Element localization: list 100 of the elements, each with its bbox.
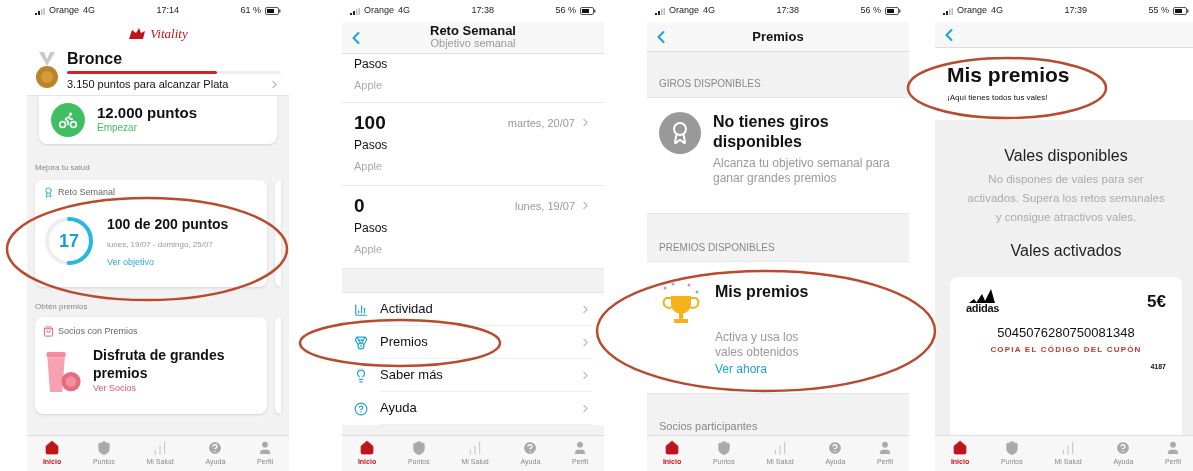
brand-name: adidas: [966, 303, 1000, 315]
tab-icon: [359, 439, 376, 456]
screen-title: Reto Semanal: [430, 24, 516, 38]
data-source: Apple: [354, 158, 384, 174]
battery-percent: 56 %: [860, 4, 881, 18]
screen-title: Premios: [752, 27, 804, 46]
voucher-code: 5045076280750081348: [996, 323, 1136, 342]
carrier-name: Orange: [364, 4, 395, 18]
menu-label: Premios: [380, 333, 428, 352]
tab-icon: [952, 439, 969, 456]
lightbulb-icon: [354, 368, 368, 383]
award-icon: [659, 112, 701, 154]
screen-subtitle: Objetivo semanal: [430, 37, 516, 51]
spins-title: No tienes giros disponibles: [713, 112, 830, 152]
help-icon: [354, 401, 368, 416]
page-subtitle: ¡Aquí tienes todos tus vales!: [947, 92, 1049, 105]
battery-percent: 56 %: [555, 4, 576, 18]
tab-icon: [715, 439, 732, 456]
view-now-link[interactable]: Ver ahora: [715, 360, 820, 378]
progress-ring: [43, 215, 95, 268]
menu-label: Ayuda: [380, 399, 417, 418]
section-label: Obtén premios: [35, 301, 89, 313]
tab-icon: [1115, 439, 1132, 456]
card-label: Socios con Premios: [58, 325, 138, 338]
copy-code-button[interactable]: COPIA EL CÓDIGO DEL CUPÓN: [966, 344, 1166, 357]
signal-icon: [350, 7, 360, 15]
tab-icon: [522, 439, 539, 456]
view-goal-link[interactable]: Ver objetivo: [107, 255, 229, 269]
my-prizes-text: Activa y usa los vales obtenidos: [715, 330, 800, 360]
carrier-name: Orange: [49, 4, 80, 18]
step-count: 0: [354, 194, 365, 218]
level-caption: 3.150 puntos para alcanzar Plata: [67, 76, 229, 92]
step-unit: Pasos: [354, 219, 389, 237]
section-header: PREMIOS DISPONIBLES: [658, 241, 776, 255]
challenge-card[interactable]: 12.000 puntos Empezar: [39, 96, 277, 144]
menu-item[interactable]: Saber más: [342, 359, 604, 392]
clock-time: 17:14: [156, 4, 180, 18]
menu-item[interactable]: Premios: [342, 326, 604, 359]
medal-icon: [354, 335, 368, 350]
step-unit: Pasos: [354, 136, 389, 154]
battery-icon: [885, 7, 901, 15]
network-type: 4G: [991, 4, 1004, 18]
step-unit: Pasos: [354, 56, 389, 73]
tab-icon: [827, 439, 844, 456]
data-source: Apple: [354, 241, 384, 257]
partners-card[interactable]: Socios con Premios Disfruta de grandes premios Ver Socios: [35, 317, 267, 414]
carrier-name: Orange: [669, 4, 700, 18]
weekly-challenge-card[interactable]: Reto Semanal 17 100 de 200 puntos lunes, 19/07 - domingo, 25/07 Ver objetivo: [35, 180, 267, 287]
my-prizes-title: Mis premios: [715, 282, 810, 302]
battery-percent: 55 %: [1148, 4, 1169, 18]
carrier-name: Orange: [957, 4, 988, 18]
network-type: 4G: [398, 4, 411, 18]
signal-icon: [35, 7, 45, 15]
voucher-amount: 5€: [1147, 291, 1166, 314]
bar-chart-icon: [354, 302, 368, 317]
menu-item[interactable]: Ayuda: [342, 392, 604, 425]
signal-icon: [655, 7, 665, 15]
section-header: GIROS DISPONIBLES: [658, 77, 762, 91]
clock-time: 17:38: [776, 4, 800, 18]
tab-icon: [410, 439, 427, 456]
clock-time: 17:39: [1064, 4, 1088, 18]
entry-date: lunes, 19/07: [515, 198, 575, 214]
battery-icon: [265, 7, 281, 15]
step-count: 100: [354, 111, 386, 135]
tab-icon: [44, 439, 61, 456]
card-label: Reto Semanal: [58, 186, 116, 199]
points-title: 100 de 200 puntos: [107, 214, 229, 234]
entry-date: martes, 20/07: [507, 115, 575, 131]
menu-label: Actividad: [380, 300, 433, 319]
card-title: Disfruta de grandes premios: [93, 347, 226, 383]
data-source: Apple: [354, 78, 384, 93]
tab-icon: [207, 439, 224, 456]
medal-icon: [35, 51, 59, 90]
network-type: 4G: [83, 4, 96, 18]
ring-value: 17: [59, 232, 79, 251]
battery-icon: [1173, 7, 1189, 15]
tab-icon: [664, 439, 681, 456]
empty-message: No dispones de vales para ser activados. Supera los retos semanales y consigue atractivos vales.: [966, 172, 1166, 226]
view-partners-link[interactable]: Ver Socios: [93, 382, 259, 396]
section-label: Mejora tu salud: [35, 162, 91, 174]
tab-icon: [1003, 439, 1020, 456]
tab-icon: [95, 439, 112, 456]
card-title: 12.000 puntos: [97, 105, 198, 120]
menu-label: Saber más: [380, 366, 443, 385]
spins-text: Alcanza tu objetivo semanal para ganar grandes premios: [713, 156, 891, 186]
level-title: Bronce: [67, 48, 124, 69]
signal-icon: [943, 7, 953, 15]
network-type: 4G: [703, 4, 716, 18]
bike-icon: [51, 103, 85, 137]
battery-percent: 61 %: [240, 4, 261, 18]
date-range: lunes, 19/07 - domingo, 25/07: [107, 238, 214, 251]
section-title: Vales activados: [1010, 241, 1122, 262]
clock-time: 17:38: [471, 4, 495, 18]
start-link[interactable]: Empezar: [97, 120, 198, 135]
menu-item[interactable]: Actividad: [342, 293, 604, 326]
shopping-bag-icon: [43, 326, 54, 338]
app-logo-text: Vitality: [150, 25, 188, 44]
section-title: Vales disponibles: [1004, 146, 1128, 167]
page-title: Mis premios: [947, 62, 1071, 88]
section-header: Socios participantes: [658, 419, 759, 434]
